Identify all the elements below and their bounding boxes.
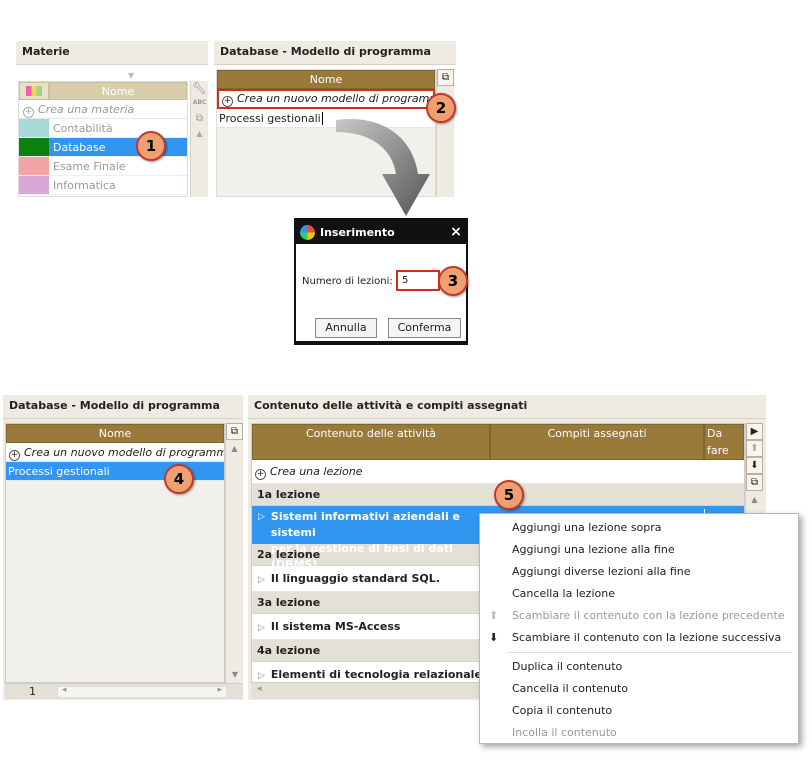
plus-icon: + bbox=[23, 107, 34, 118]
materie-title: Materie bbox=[16, 41, 208, 65]
cancel-button[interactable]: Annulla bbox=[315, 318, 377, 338]
col-contenuto[interactable]: Contenuto delle attività bbox=[252, 424, 490, 460]
menu-item[interactable]: Duplica il contenuto bbox=[480, 656, 798, 678]
scroll-right-icon[interactable]: ▸ bbox=[217, 685, 222, 695]
copy-icon[interactable]: ⧉ bbox=[746, 474, 763, 491]
expand-triangle-icon[interactable]: ▷ bbox=[258, 615, 265, 641]
step-badge-4: 4 bbox=[164, 464, 194, 494]
materia-color-swatch bbox=[19, 138, 49, 156]
flow-arrow-icon bbox=[336, 118, 430, 216]
step-badge-5: 5 bbox=[494, 480, 524, 510]
menu-item[interactable]: Copia il contenuto bbox=[480, 700, 798, 722]
materia-color-swatch bbox=[19, 176, 49, 194]
menu-item-label: Incolla il contenuto bbox=[512, 726, 617, 739]
horizontal-scrollbar[interactable]: ◂ ▸ bbox=[57, 685, 227, 698]
expand-triangle-icon[interactable]: ▷ bbox=[258, 509, 265, 544]
scroll-down-icon[interactable]: ▼ bbox=[226, 670, 244, 679]
arrow-up-icon[interactable]: ⬆ bbox=[746, 440, 763, 457]
modello-col-name-bottom[interactable]: Nome bbox=[6, 424, 224, 443]
menu-item-label: Copia il contenuto bbox=[512, 704, 613, 717]
menu-item-label: Cancella la lezione bbox=[512, 587, 615, 600]
menu-item: Incolla il contenuto bbox=[480, 722, 798, 744]
modello-col-name-top[interactable]: Nome bbox=[217, 70, 435, 89]
close-icon[interactable]: × bbox=[446, 224, 466, 240]
page-number: 1 bbox=[29, 685, 36, 698]
dialog-title: Inserimento bbox=[320, 225, 395, 239]
lezioni-input[interactable]: 5 bbox=[396, 270, 440, 291]
create-materia[interactable]: + Crea una materia bbox=[19, 100, 187, 119]
menu-item[interactable]: Aggiungi diverse lezioni alla fine bbox=[480, 561, 798, 583]
copy-icon[interactable]: ⧉ bbox=[191, 113, 208, 129]
color-grid-icon[interactable] bbox=[19, 82, 49, 100]
arrow-right-icon[interactable]: ▶ bbox=[746, 423, 763, 440]
copy-icon[interactable]: ⧉ bbox=[437, 69, 454, 86]
app-logo-icon bbox=[300, 224, 315, 240]
menu-item-label: Duplica il contenuto bbox=[512, 660, 623, 673]
materie-side-toolbar: 🔧︎ ABC ⧉ ▲ bbox=[190, 81, 208, 197]
scroll-up-icon[interactable]: ▲ bbox=[746, 495, 763, 504]
contenuto-title: Contenuto delle attività e compiti asseg… bbox=[248, 395, 766, 419]
scroll-up-icon[interactable]: ▲ bbox=[191, 129, 208, 143]
step-badge-1: 1 bbox=[136, 131, 166, 161]
bottom-left-statusbar: 1 ◂ ▸ bbox=[5, 683, 243, 699]
confirm-button[interactable]: Conferma bbox=[388, 318, 461, 338]
step-badge-3: 3 bbox=[438, 266, 468, 296]
col-da-fare[interactable]: Da fare bbox=[704, 424, 744, 460]
scroll-up-icon[interactable]: ▲ bbox=[226, 444, 243, 453]
materia-color-swatch bbox=[19, 157, 49, 175]
menu-item-label: Aggiungi una lezione sopra bbox=[512, 521, 662, 534]
materia-color-swatch bbox=[19, 119, 49, 137]
arrow-down-icon: ⬇ bbox=[489, 631, 499, 644]
create-lezione[interactable]: + Crea una lezione bbox=[252, 460, 744, 484]
plus-icon: + bbox=[255, 469, 266, 480]
lesson-content: Elementi di tecnologia relazionale bbox=[270, 668, 482, 681]
expand-triangle-icon[interactable]: ▷ bbox=[258, 567, 265, 593]
lesson-content: Il linguaggio standard SQL. bbox=[270, 572, 440, 585]
menu-item-label: Aggiungi diverse lezioni alla fine bbox=[512, 565, 691, 578]
menu-item: ⬆ Scambiare il contenuto con la lezione p… bbox=[480, 605, 798, 627]
menu-item-label: Scambiare il contenuto con la lezione su… bbox=[512, 631, 782, 644]
menu-item[interactable]: ⬇ Scambiare il contenuto con la lezione s… bbox=[480, 627, 798, 649]
create-modello-top[interactable]: + Crea un nuovo modello di programma bbox=[217, 89, 435, 109]
scroll-left-icon[interactable]: ◂ bbox=[257, 684, 262, 694]
materia-label: Informatica bbox=[53, 179, 116, 192]
copy-icon[interactable]: ⧉ bbox=[226, 423, 243, 440]
modello-title-top: Database - Modello di programma bbox=[214, 41, 456, 65]
menu-item[interactable]: Aggiungi una lezione alla fine bbox=[480, 539, 798, 561]
sort-arrow-icon[interactable]: ▼ bbox=[128, 71, 134, 80]
menu-item[interactable]: Aggiungi una lezione sopra bbox=[480, 517, 798, 539]
materia-row[interactable]: Informatica bbox=[19, 176, 187, 195]
menu-item[interactable]: Cancella il contenuto bbox=[480, 678, 798, 700]
arrow-down-icon[interactable]: ⬇ bbox=[746, 457, 763, 474]
expand-triangle-icon[interactable]: ▷ bbox=[258, 663, 265, 682]
menu-item-label: Cancella il contenuto bbox=[512, 682, 628, 695]
menu-separator bbox=[508, 652, 792, 653]
menu-item-label: Aggiungi una lezione alla fine bbox=[512, 543, 675, 556]
arrow-up-icon: ⬆ bbox=[489, 609, 499, 622]
modello-side-toolbar-bottom: ⧉ ▲ ▼ bbox=[225, 423, 243, 683]
modello-panel-bottom: Database - Modello di programma Nome + Cr… bbox=[3, 395, 243, 700]
plus-icon: + bbox=[222, 96, 233, 107]
materia-row[interactable]: Esame Finale bbox=[19, 157, 187, 176]
plus-icon: + bbox=[9, 450, 20, 461]
menu-item[interactable]: Cancella la lezione bbox=[480, 583, 798, 605]
materia-label: Contabilità bbox=[53, 122, 113, 135]
step-badge-2: 2 bbox=[426, 93, 456, 123]
context-menu: Aggiungi una lezione sopra Aggiungi una l… bbox=[479, 513, 799, 744]
wrench-icon[interactable]: 🔧︎ bbox=[191, 81, 208, 99]
scroll-left-icon[interactable]: ◂ bbox=[62, 685, 67, 695]
materia-label: Esame Finale bbox=[53, 160, 126, 173]
lesson-content-line: Sistemi informativi aziendali e sistemi bbox=[270, 510, 461, 539]
lesson-content: Il sistema MS-Access bbox=[270, 620, 401, 633]
menu-item-label: Scambiare il contenuto con la lezione pr… bbox=[512, 609, 785, 622]
lezioni-label: Numero di lezioni: bbox=[302, 276, 393, 287]
materia-label: Database bbox=[49, 138, 187, 156]
materie-col-name[interactable]: Nome bbox=[49, 82, 187, 100]
abc-icon[interactable]: ABC bbox=[191, 99, 208, 113]
col-compiti[interactable]: Compiti assegnati bbox=[490, 424, 704, 460]
create-modello-bottom[interactable]: + Crea un nuovo modello di programma bbox=[6, 443, 224, 462]
modello-title-bottom: Database - Modello di programma bbox=[3, 395, 243, 419]
materie-panel: Materie ▼ Nome + Crea una materia Contabi… bbox=[16, 41, 208, 197]
